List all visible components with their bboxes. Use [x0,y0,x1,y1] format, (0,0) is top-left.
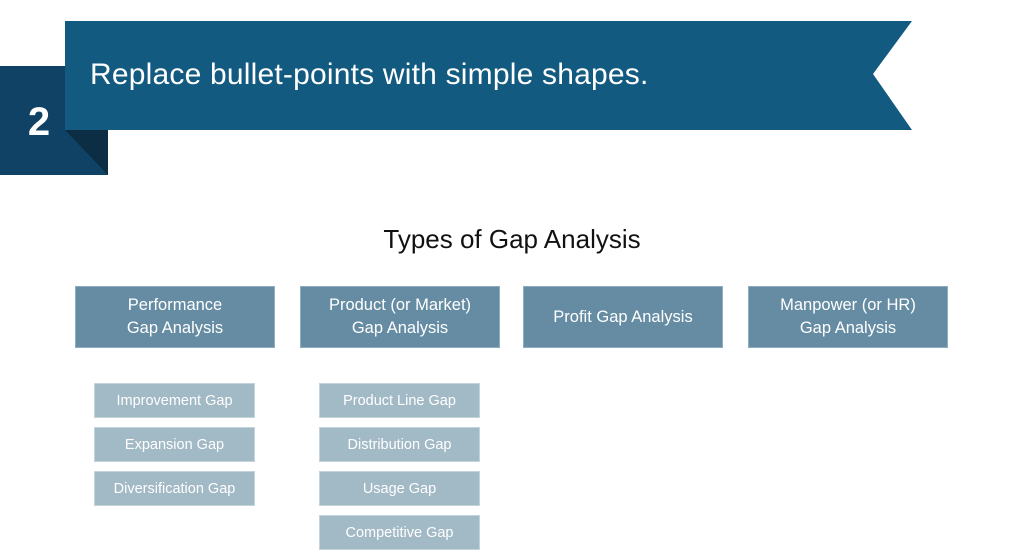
category-label-line1: Product (or Market) [328,296,472,314]
category-label-line2: Gap Analysis [799,319,897,337]
subitem-improvement-gap: Improvement Gap [94,383,255,418]
category-label-line1: Performance [127,296,223,314]
banner-fold-shadow [65,130,108,175]
subitem-usage-gap: Usage Gap [319,471,480,506]
subitem-distribution-gap: Distribution Gap [319,427,480,462]
subitem-competitive-gap: Competitive Gap [319,515,480,550]
step-number: 2 [27,100,51,144]
category-label-line2: Gap Analysis [351,319,449,337]
category-performance-gap: Performance Gap Analysis [75,286,275,348]
subitem-diversification-gap: Diversification Gap [94,471,255,506]
title-banner: Replace bullet-points with simple shapes… [65,21,912,130]
category-label-line1: Manpower (or HR) [780,296,916,314]
diagram-title: Types of Gap Analysis [383,224,641,254]
subitem-expansion-gap: Expansion Gap [94,427,255,462]
category-product-gap: Product (or Market) Gap Analysis [300,286,500,348]
subitem-product-line-gap: Product Line Gap [319,383,480,418]
category-profit-gap: Profit Gap Analysis [523,286,723,348]
banner-title: Replace bullet-points with simple shapes… [90,58,649,91]
category-label-line2: Gap Analysis [126,319,224,337]
category-label-line1: Profit Gap Analysis [553,307,693,326]
category-manpower-gap: Manpower (or HR) Gap Analysis [748,286,948,348]
